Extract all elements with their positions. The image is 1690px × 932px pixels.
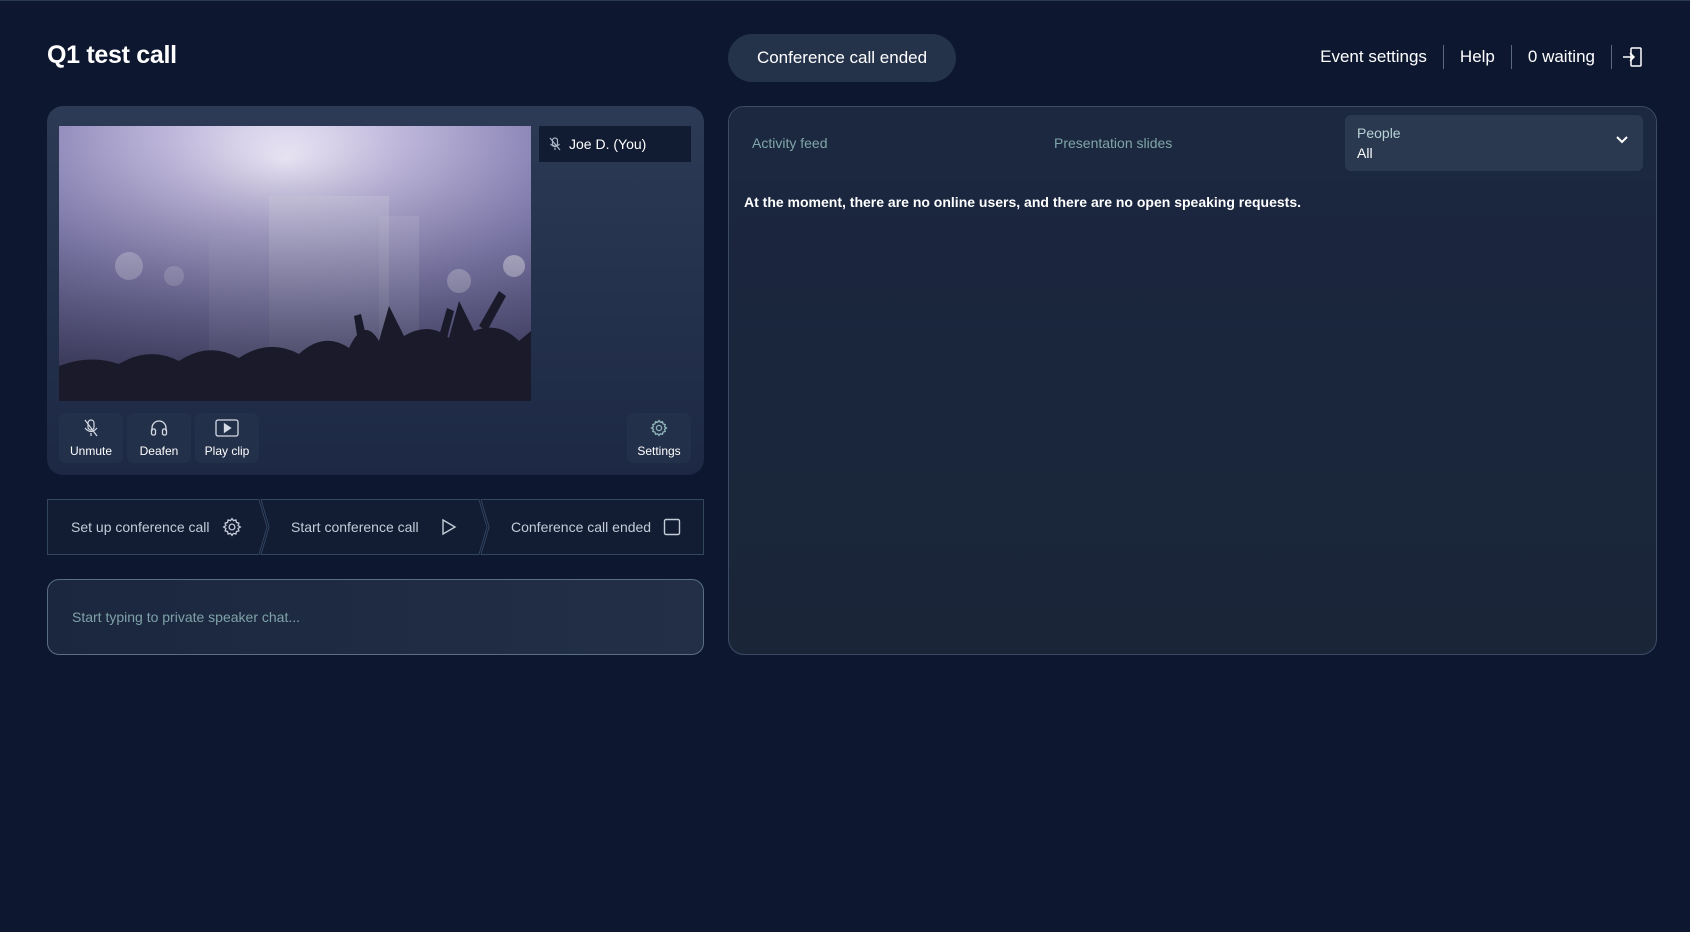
people-filter-label: People — [1357, 125, 1401, 141]
play-clip-button[interactable]: Play clip — [195, 413, 259, 463]
activity-panel: Activity feed Presentation slides People… — [728, 106, 1657, 655]
empty-feed-message: At the moment, there are no online users… — [744, 194, 1302, 210]
people-filter-value: All — [1357, 145, 1373, 161]
video-panel: Joe D. (You) Unmute Deafen Play clip Set… — [47, 106, 704, 475]
deafen-label: Deafen — [139, 443, 179, 458]
mic-muted-icon — [83, 418, 99, 440]
video-feed — [59, 126, 531, 401]
settings-label: Settings — [637, 443, 681, 458]
tab-activity-feed[interactable]: Activity feed — [752, 135, 827, 151]
step-start[interactable]: Start conference call — [291, 499, 457, 555]
call-progress-stepper: Set up conference call Start conference … — [47, 499, 704, 555]
participant-tag: Joe D. (You) — [539, 126, 691, 162]
mic-muted-icon — [549, 137, 561, 151]
headphones-icon — [150, 419, 168, 440]
participant-name: Joe D. (You) — [569, 136, 647, 152]
speaker-chat-input[interactable] — [48, 580, 703, 654]
tab-presentation-slides[interactable]: Presentation slides — [1054, 135, 1172, 151]
gear-icon — [221, 517, 242, 537]
chevron-down-icon — [1615, 135, 1629, 145]
event-settings-link[interactable]: Event settings — [1304, 45, 1443, 69]
exit-door-icon[interactable] — [1612, 46, 1644, 68]
speaker-chat-box — [47, 579, 704, 655]
media-controls: Unmute Deafen Play clip — [59, 413, 259, 463]
unmute-button[interactable]: Unmute — [59, 413, 123, 463]
gear-icon — [650, 418, 668, 440]
panel-tabs: Activity feed Presentation slides People… — [729, 107, 1656, 179]
play-icon — [441, 518, 457, 536]
step-ended[interactable]: Conference call ended — [511, 499, 681, 555]
play-clip-icon — [215, 418, 239, 440]
unmute-label: Unmute — [69, 443, 113, 458]
step-set-up-label: Set up conference call — [71, 519, 210, 535]
deafen-button[interactable]: Deafen — [127, 413, 191, 463]
video-settings-button[interactable]: Settings — [627, 413, 691, 463]
page-title: Q1 test call — [47, 41, 177, 69]
play-clip-label: Play clip — [204, 443, 250, 458]
checkbox-icon — [663, 518, 681, 536]
waiting-count-link[interactable]: 0 waiting — [1512, 45, 1611, 69]
help-link[interactable]: Help — [1444, 45, 1511, 69]
step-start-label: Start conference call — [291, 519, 419, 535]
step-ended-label: Conference call ended — [511, 519, 652, 535]
step-set-up[interactable]: Set up conference call — [71, 499, 242, 555]
call-status-badge: Conference call ended — [728, 34, 956, 82]
people-filter-select[interactable]: People All — [1345, 115, 1643, 171]
top-nav: Event settings Help 0 waiting — [1304, 45, 1644, 69]
